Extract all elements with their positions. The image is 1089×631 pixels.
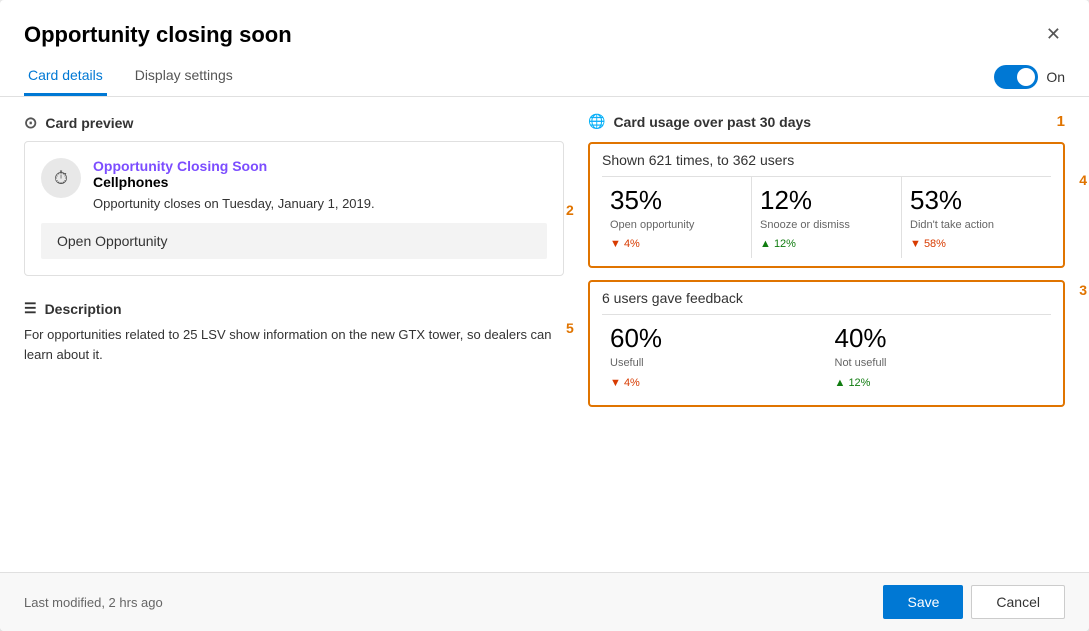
feedback-label-1: Not usefull bbox=[835, 356, 1044, 370]
stat-pct-1: 12% bbox=[760, 185, 893, 216]
description-section: ☰ Description For opportunities related … bbox=[24, 300, 564, 364]
card-preview-label: ⊙ Card preview bbox=[24, 113, 564, 133]
tab-display-settings[interactable]: Display settings bbox=[131, 57, 237, 96]
stat-label-0: Open opportunity bbox=[610, 218, 743, 232]
feedback-delta-0: ▼ 4% bbox=[610, 377, 819, 389]
cancel-button[interactable]: Cancel bbox=[971, 585, 1065, 619]
right-panel: 🌐 Card usage over past 30 days 1 2 4 Sho… bbox=[588, 113, 1065, 572]
stat-pct-2: 53% bbox=[910, 185, 1043, 216]
card-action-button[interactable]: Open Opportunity bbox=[41, 223, 547, 259]
stat-label-1: Snooze or dismiss bbox=[760, 218, 893, 232]
stat-col-2: 53% Didn't take action ▼ 58% bbox=[902, 177, 1051, 258]
tab-card-details[interactable]: Card details bbox=[24, 57, 107, 96]
dialog-title: Opportunity closing soon bbox=[24, 22, 292, 48]
stat-delta-2: ▼ 58% bbox=[910, 238, 1043, 250]
shown-text: Shown 621 times, to 362 users bbox=[602, 152, 1051, 177]
feedback-pct-0: 60% bbox=[610, 323, 819, 354]
card-subtitle: Cellphones bbox=[93, 174, 375, 190]
annotation-1: 1 bbox=[1057, 113, 1065, 130]
dialog-body: ⊙ Card preview ⏱ Opportunity Closing Soo… bbox=[0, 97, 1089, 572]
stat-col-0: 35% Open opportunity ▼ 4% bbox=[602, 177, 752, 258]
card-icon: ⏱ bbox=[41, 158, 81, 198]
annotation-5: 5 bbox=[566, 320, 574, 336]
stat-columns: 35% Open opportunity ▼ 4% 12% Snooze or … bbox=[602, 177, 1051, 258]
save-button[interactable]: Save bbox=[883, 585, 963, 619]
annotation-4: 4 bbox=[1079, 172, 1087, 188]
footer-timestamp: Last modified, 2 hrs ago bbox=[24, 595, 163, 610]
feedback-title: 6 users gave feedback bbox=[602, 290, 1051, 315]
toggle-area: On bbox=[994, 65, 1065, 89]
feedback-wrapper: 5 6 users gave feedback 60% Usefull ▼ 4%… bbox=[588, 280, 1065, 406]
stats-top-wrapper: 2 4 Shown 621 times, to 362 users 35% Op… bbox=[588, 142, 1065, 268]
card-info: Opportunity Closing Soon Cellphones Oppo… bbox=[93, 158, 375, 211]
close-button[interactable]: ✕ bbox=[1042, 20, 1065, 49]
card-body: Opportunity closes on Tuesday, January 1… bbox=[93, 196, 375, 211]
usage-icon: 🌐 bbox=[588, 113, 605, 130]
stat-label-2: Didn't take action bbox=[910, 218, 1043, 232]
stat-pct-0: 35% bbox=[610, 185, 743, 216]
footer-buttons: Save Cancel bbox=[883, 585, 1065, 619]
annotation-2: 2 bbox=[566, 202, 574, 218]
card-top: ⏱ Opportunity Closing Soon Cellphones Op… bbox=[41, 158, 547, 211]
feedback-delta-1: ▲ 12% bbox=[835, 377, 1044, 389]
stat-col-1: 12% Snooze or dismiss ▲ 12% bbox=[752, 177, 902, 258]
dialog-header: Opportunity closing soon ✕ bbox=[0, 0, 1089, 49]
preview-icon: ⊙ bbox=[24, 113, 37, 133]
stats-top: Shown 621 times, to 362 users 35% Open o… bbox=[588, 142, 1065, 268]
left-panel: ⊙ Card preview ⏱ Opportunity Closing Soo… bbox=[24, 113, 564, 572]
on-off-toggle[interactable] bbox=[994, 65, 1038, 89]
feedback-label-0: Usefull bbox=[610, 356, 819, 370]
card-preview-box: ⏱ Opportunity Closing Soon Cellphones Op… bbox=[24, 141, 564, 276]
feedback-col-1: 40% Not usefull ▲ 12% bbox=[827, 315, 1052, 396]
stat-delta-1: ▲ 12% bbox=[760, 238, 893, 250]
description-label: ☰ Description bbox=[24, 300, 564, 317]
tabs-bar: Card details Display settings On bbox=[0, 57, 1089, 97]
card-title: Opportunity Closing Soon bbox=[93, 158, 375, 174]
dialog: Opportunity closing soon ✕ Card details … bbox=[0, 0, 1089, 631]
feedback-box: 6 users gave feedback 60% Usefull ▼ 4% 4… bbox=[588, 280, 1065, 406]
feedback-pct-1: 40% bbox=[835, 323, 1044, 354]
toggle-label: On bbox=[1046, 69, 1065, 85]
description-icon: ☰ bbox=[24, 300, 37, 317]
card-preview-section: ⊙ Card preview ⏱ Opportunity Closing Soo… bbox=[24, 113, 564, 276]
feedback-col-0: 60% Usefull ▼ 4% bbox=[602, 315, 827, 396]
dialog-footer: Last modified, 2 hrs ago Save Cancel bbox=[0, 572, 1089, 631]
stat-delta-0: ▼ 4% bbox=[610, 238, 743, 250]
usage-label: Card usage over past 30 days bbox=[613, 114, 811, 130]
annotation-3: 3 bbox=[1079, 282, 1087, 298]
usage-header: 🌐 Card usage over past 30 days 1 bbox=[588, 113, 1065, 130]
description-text: For opportunities related to 25 LSV show… bbox=[24, 325, 564, 364]
feedback-columns: 60% Usefull ▼ 4% 40% Not usefull ▲ 12% bbox=[602, 315, 1051, 396]
